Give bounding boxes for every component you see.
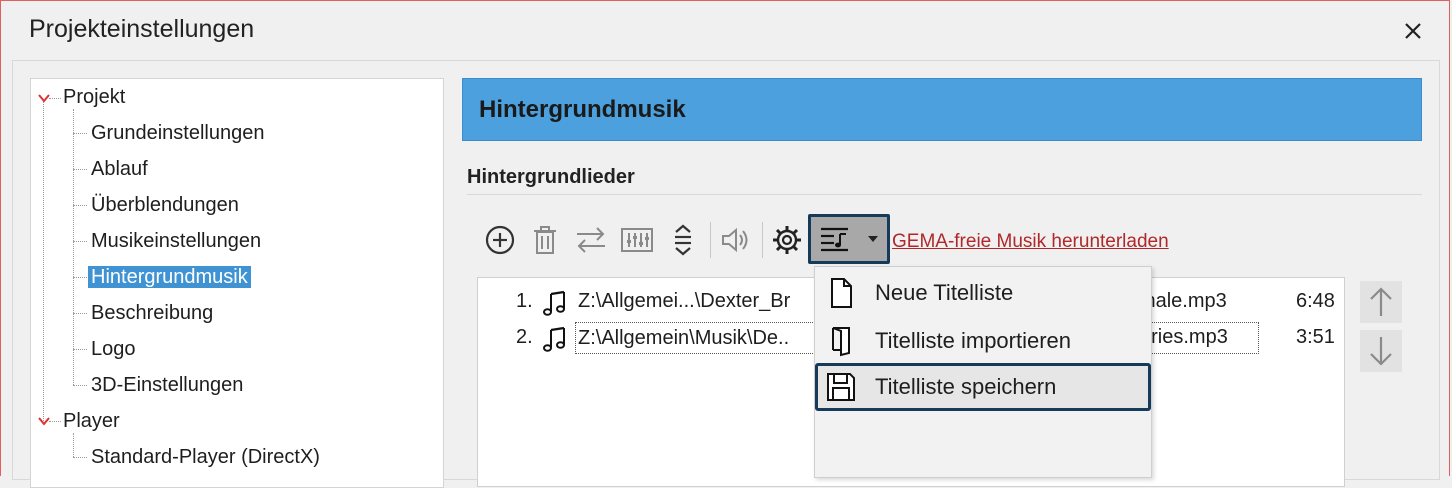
menu-item-label: Titelliste importieren xyxy=(875,328,1072,353)
swap-button[interactable] xyxy=(573,222,609,258)
mixer-button[interactable] xyxy=(619,222,655,258)
mixer-icon xyxy=(621,228,653,252)
tree-line xyxy=(73,349,87,350)
song-index: 2. xyxy=(516,326,533,348)
tree-line xyxy=(73,169,87,170)
save-icon xyxy=(827,373,855,401)
toolbar-separator xyxy=(762,222,763,258)
tree-line xyxy=(49,421,61,422)
window-title: Projekteinstellungen xyxy=(29,15,255,43)
song-path: Z:\Allgemei...\Dexter_Br xyxy=(578,290,791,312)
title-bar: Projekteinstellungen xyxy=(1,1,1449,61)
add-icon xyxy=(485,225,515,255)
new-file-icon xyxy=(831,278,852,308)
menu-item-save-playlist[interactable]: Titelliste speichern xyxy=(815,363,1151,411)
tree-item-ablauf[interactable]: Ablauf xyxy=(91,154,148,184)
section-title: Hintergrundlieder xyxy=(467,166,635,188)
tree-line xyxy=(73,433,74,457)
tree-item-standard-player[interactable]: Standard-Player (DirectX) xyxy=(91,442,320,472)
song-path-end: inale.mp3 xyxy=(1140,290,1227,312)
tree-line xyxy=(73,241,87,242)
delete-button[interactable] xyxy=(527,222,563,258)
playlist-icon xyxy=(821,227,848,252)
menu-item-new-playlist[interactable]: Neue Titelliste xyxy=(815,269,1151,317)
gear-icon xyxy=(773,226,801,254)
volume-button[interactable] xyxy=(717,222,753,258)
song-duration: 3:51 xyxy=(1296,326,1335,348)
tree-line xyxy=(49,98,61,99)
tree-line xyxy=(73,133,87,134)
arrow-down-icon xyxy=(1370,337,1392,366)
playlist-menu-button[interactable] xyxy=(808,214,890,264)
arrow-up-icon xyxy=(1370,287,1392,316)
tree-line xyxy=(73,313,87,314)
close-button[interactable] xyxy=(1391,9,1435,53)
menu-item-label: Titelliste speichern xyxy=(875,374,1057,399)
add-button[interactable] xyxy=(482,222,518,258)
move-down-button[interactable] xyxy=(1360,330,1402,372)
expand-vertical-icon xyxy=(675,224,691,256)
move-up-button[interactable] xyxy=(1360,281,1402,323)
divider xyxy=(467,194,1422,195)
gema-music-link[interactable]: GEMA-freie Musik herunterladen xyxy=(892,231,1169,253)
page-title: Hintergrundmusik xyxy=(479,96,686,123)
music-note-icon xyxy=(543,290,565,316)
tree-item-grundeinstellungen[interactable]: Grundeinstellungen xyxy=(91,118,264,148)
tree-item-player[interactable]: Player xyxy=(63,406,120,436)
settings-tree: Projekt Grundeinstellungen Ablauf Überbl… xyxy=(30,78,444,488)
section-header: Hintergrundmusik xyxy=(462,78,1422,141)
menu-item-import-playlist[interactable]: Titelliste importieren xyxy=(815,317,1151,365)
tree-line xyxy=(73,205,87,206)
tree-line xyxy=(43,101,44,421)
tree-item-hintergrundmusik[interactable]: Hintergrundmusik xyxy=(88,262,251,292)
tree-item-beschreibung[interactable]: Beschreibung xyxy=(91,298,213,328)
tree-line xyxy=(73,277,87,278)
tree-line xyxy=(73,109,74,385)
toolbar-separator xyxy=(710,222,711,258)
tree-item-3d-einstellungen[interactable]: 3D-Einstellungen xyxy=(91,370,243,400)
swap-icon xyxy=(577,227,605,253)
tree-line xyxy=(73,457,87,458)
volume-icon xyxy=(722,227,748,253)
song-duration: 6:48 xyxy=(1296,290,1335,312)
trash-icon xyxy=(534,226,556,254)
playlist-dropdown-menu: Neue Titelliste Titelliste importieren T… xyxy=(814,266,1152,478)
fit-button[interactable] xyxy=(665,222,701,258)
menu-item-label: Neue Titelliste xyxy=(875,280,1014,305)
tree-item-logo[interactable]: Logo xyxy=(91,334,136,364)
music-note-icon xyxy=(543,326,565,352)
settings-button[interactable] xyxy=(769,222,805,258)
song-index: 1. xyxy=(516,290,533,312)
import-icon xyxy=(832,327,850,357)
close-icon xyxy=(1405,23,1421,39)
tree-item-ueberblendungen[interactable]: Überblendungen xyxy=(91,190,239,220)
song-path-end: ories.mp3 xyxy=(1140,326,1228,348)
chevron-down-icon xyxy=(868,236,878,242)
tree-item-projekt[interactable]: Projekt xyxy=(63,82,125,112)
tree-item-musikeinstellungen[interactable]: Musikeinstellungen xyxy=(91,226,261,256)
tree-line xyxy=(73,385,87,386)
